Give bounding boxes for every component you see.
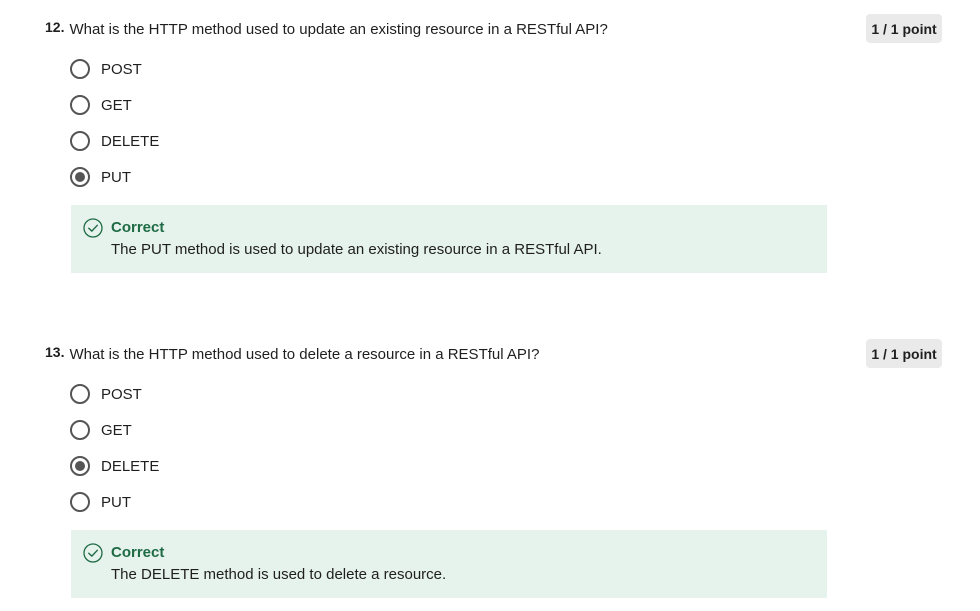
radio-button[interactable] [70,131,90,151]
question-header: 12. What is the HTTP method used to upda… [45,17,608,41]
option-put[interactable]: PUT [70,159,159,195]
radio-button[interactable] [70,59,90,79]
option-label: DELETE [101,132,160,150]
feedback-text: The DELETE method is used to delete a re… [111,566,447,583]
option-get[interactable]: GET [70,412,159,448]
option-label: POST [101,385,142,403]
radio-button[interactable] [70,492,90,512]
option-label: PUT [101,493,131,511]
feedback-panel: Correct The DELETE method is used to del… [71,530,827,598]
feedback-panel: Correct The PUT method is used to update… [71,205,827,273]
option-get[interactable]: GET [70,87,159,123]
answer-options: POST GET DELETE PUT [70,376,159,520]
feedback-text: The PUT method is used to update an exis… [111,241,602,258]
question-header: 13. What is the HTTP method used to dele… [45,342,539,366]
option-post[interactable]: POST [70,51,159,87]
radio-button-selected[interactable] [70,456,90,476]
answer-options: POST GET DELETE PUT [70,51,159,195]
option-label: PUT [101,168,131,186]
option-label: DELETE [101,457,160,475]
check-circle-icon [83,218,103,238]
option-label: GET [101,421,132,439]
option-delete[interactable]: DELETE [70,448,159,484]
feedback-title: Correct [111,544,165,561]
option-post[interactable]: POST [70,376,159,412]
option-put[interactable]: PUT [70,484,159,520]
radio-button[interactable] [70,384,90,404]
option-label: GET [101,96,132,114]
option-label: POST [101,60,142,78]
check-circle-icon [83,543,103,563]
score-badge: 1 / 1 point [866,339,942,368]
radio-button[interactable] [70,420,90,440]
score-badge: 1 / 1 point [866,14,942,43]
option-delete[interactable]: DELETE [70,123,159,159]
feedback-title: Correct [111,219,165,236]
question-text: What is the HTTP method used to update a… [69,20,608,38]
question-text: What is the HTTP method used to delete a… [69,345,540,363]
radio-button[interactable] [70,95,90,115]
question-number: 13. [45,344,65,360]
radio-button-selected[interactable] [70,167,90,187]
question-number: 12. [45,19,65,35]
